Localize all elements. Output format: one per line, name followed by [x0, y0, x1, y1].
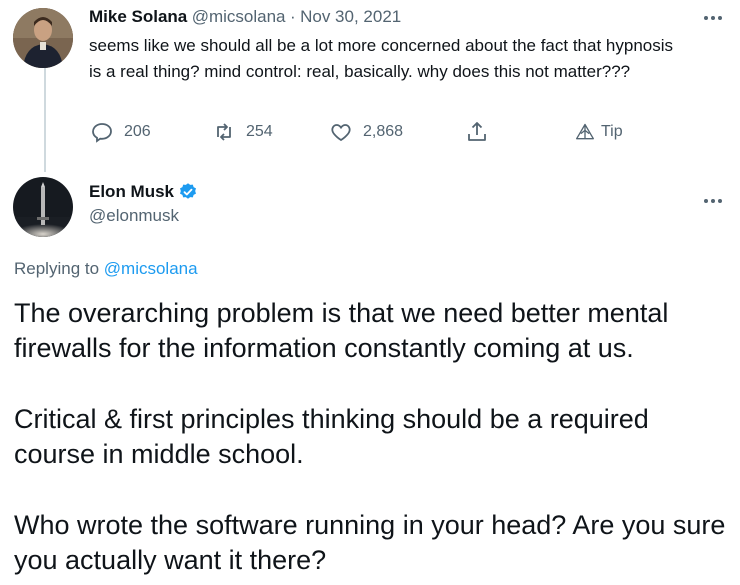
- reply-button[interactable]: 206: [90, 120, 151, 144]
- replying-to: Replying to @micsolana: [14, 259, 198, 279]
- like-count: 2,868: [363, 123, 404, 140]
- tip-label: Tip: [601, 123, 623, 140]
- retweet-icon: [217, 123, 231, 141]
- separator-dot: ·: [289, 7, 296, 26]
- reply-count: 206: [124, 123, 151, 140]
- thread-line: [44, 68, 46, 172]
- author-name[interactable]: Elon Musk: [89, 182, 174, 202]
- tip-button[interactable]: Tip: [575, 122, 623, 142]
- tweet-paragraph-3: Who wrote the software running in your h…: [14, 510, 726, 575]
- like-icon: [331, 124, 351, 142]
- avatar-image: [13, 8, 73, 68]
- author-handle[interactable]: @micsolana: [192, 7, 286, 26]
- tweet-paragraph-1: The overarching problem is that we need …: [14, 298, 669, 363]
- avatar-elon-musk[interactable]: [13, 177, 73, 237]
- tip-icon: [576, 123, 594, 140]
- replying-to-link[interactable]: @micsolana: [104, 259, 198, 278]
- tweet-header: Mike Solana @micsolana · Nov 30, 2021: [89, 7, 401, 27]
- tweet-text: seems like we should all be a lot more c…: [89, 36, 674, 81]
- tweet-author-block: Elon Musk @elonmusk: [89, 182, 198, 226]
- share-button[interactable]: [465, 120, 499, 144]
- avatar-mike-solana[interactable]: [13, 8, 73, 68]
- more-icon[interactable]: [703, 189, 723, 210]
- replying-prefix: Replying to: [14, 259, 104, 278]
- reply-icon: [92, 123, 112, 143]
- verified-badge-icon: [180, 183, 197, 199]
- retweet-button[interactable]: 254: [212, 120, 273, 144]
- author-name[interactable]: Mike Solana: [89, 7, 187, 26]
- more-icon[interactable]: [703, 6, 723, 27]
- author-handle[interactable]: @elonmusk: [89, 206, 198, 226]
- avatar-image: [13, 177, 73, 237]
- retweet-count: 254: [246, 123, 273, 140]
- tweet-date[interactable]: Nov 30, 2021: [300, 7, 401, 26]
- tweet-paragraph-2: Critical & first principles thinking sho…: [14, 404, 649, 469]
- like-button[interactable]: 2,868: [329, 120, 403, 144]
- share-icon: [468, 122, 486, 141]
